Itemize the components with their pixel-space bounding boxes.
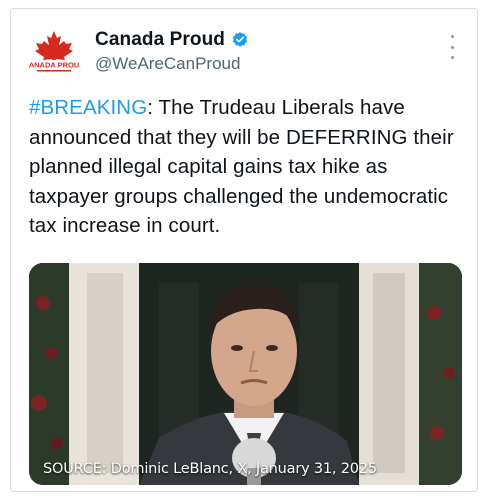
author-handle[interactable]: @WeAreCanProud [95,54,240,74]
media-caption: SOURCE: Dominic LeBlanc, X, January 31, … [43,461,377,477]
tweet-text: #BREAKING: The Trudeau Liberals have ann… [29,93,469,241]
author-name-row: Canada Proud [95,29,249,51]
verified-badge-icon [232,32,248,47]
avatar-logo-text: CANADA PROUD [29,61,79,70]
maple-leaf-logo-icon: CANADA PROUD [29,31,79,72]
tweet-header: CANADA PROUD Canada Proud @WeAreCanProud [11,9,477,89]
avatar[interactable]: CANADA PROUD [29,27,79,77]
more-options-icon[interactable] [447,35,457,59]
tweet-card[interactable]: CANADA PROUD Canada Proud @WeAreCanProud… [10,8,478,492]
tweet-media-image[interactable]: SOURCE: Dominic LeBlanc, X, January 31, … [29,263,462,485]
author-display-name[interactable]: Canada Proud [95,29,225,51]
photo-illustration [29,263,462,485]
hashtag-link[interactable]: #BREAKING [29,96,147,119]
